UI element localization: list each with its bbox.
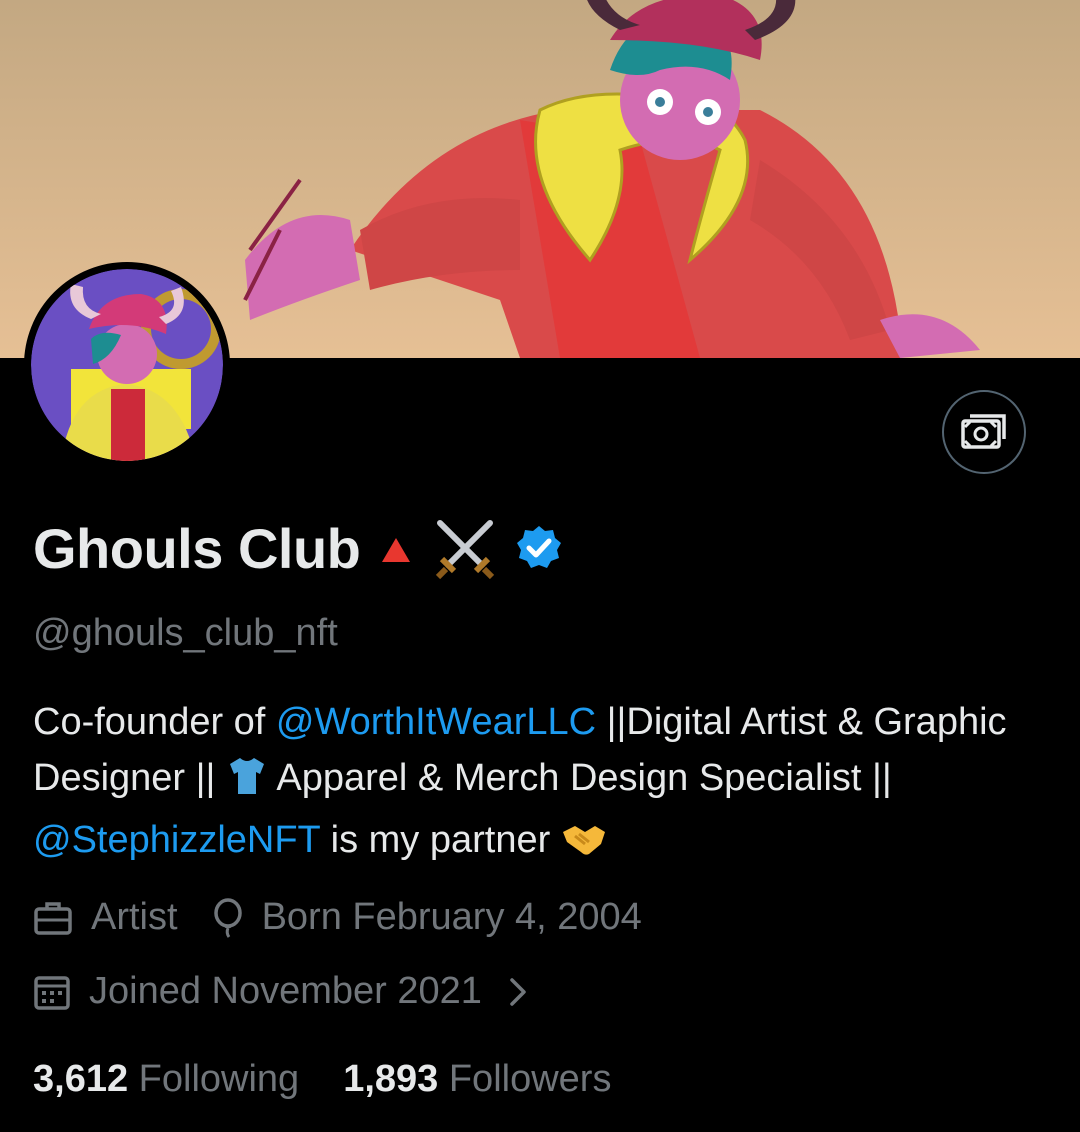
verified-badge-icon[interactable] bbox=[514, 523, 564, 573]
joined-date: Joined November 2021 bbox=[89, 970, 482, 1012]
bio-mention-link[interactable]: @WorthItWearLLC bbox=[276, 701, 596, 743]
bio-mention-link[interactable]: @StephizzleNFT bbox=[33, 819, 320, 861]
following-count: 3,612 bbox=[33, 1058, 129, 1100]
briefcase-icon bbox=[33, 900, 73, 936]
followers-count: 1,893 bbox=[343, 1058, 439, 1100]
following-link[interactable]: 3,612 Following bbox=[33, 1058, 299, 1101]
followers-link[interactable]: 1,893 Followers bbox=[343, 1058, 611, 1101]
profile-meta-row: Artist Born February 4, 2004 bbox=[33, 896, 642, 939]
following-label: Following bbox=[138, 1058, 300, 1100]
balloon-icon bbox=[212, 897, 244, 938]
name-row: Ghouls Club bbox=[33, 513, 564, 583]
handle: @ghouls_club_nft bbox=[33, 612, 338, 654]
tshirt-icon bbox=[226, 756, 268, 812]
bio-text: Co-founder of bbox=[33, 701, 276, 743]
bio-text: Apparel & Merch Design Specialist || bbox=[267, 757, 892, 799]
joined-row[interactable]: Joined November 2021 bbox=[33, 970, 546, 1013]
calendar-icon bbox=[33, 973, 71, 1011]
display-name: Ghouls Club bbox=[33, 516, 361, 580]
tip-money-icon bbox=[961, 414, 1006, 449]
follow-stats: 3,612 Following 1,893 Followers bbox=[33, 1058, 611, 1101]
handshake-icon bbox=[561, 818, 607, 874]
profession: Artist bbox=[91, 896, 178, 938]
followers-label: Followers bbox=[448, 1058, 612, 1100]
bio-text: is my partner bbox=[320, 819, 561, 861]
chevron-right-icon[interactable] bbox=[508, 976, 528, 1008]
crossed-swords-icon bbox=[430, 513, 500, 583]
avatar[interactable] bbox=[24, 262, 230, 468]
red-triangle-icon bbox=[376, 528, 416, 568]
birthday: Born February 4, 2004 bbox=[261, 896, 642, 938]
bio: Co-founder of @WorthItWearLLC ||Digital … bbox=[33, 694, 1043, 874]
tip-button[interactable] bbox=[942, 390, 1026, 474]
